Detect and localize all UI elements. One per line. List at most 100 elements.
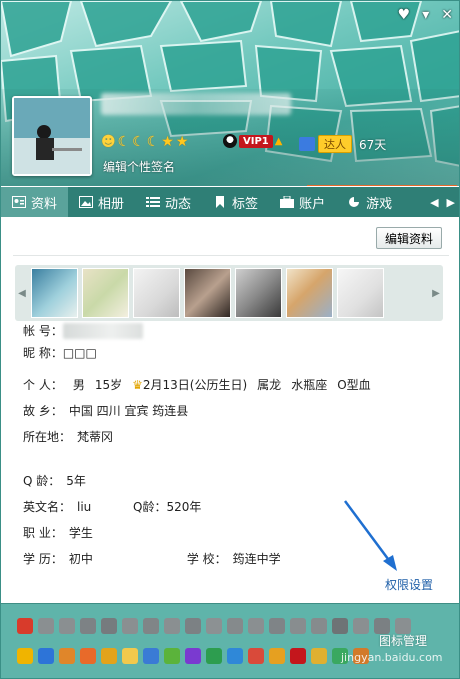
film-icon[interactable] <box>290 648 306 664</box>
fish-icon[interactable] <box>269 648 285 664</box>
fox-icon[interactable] <box>80 648 96 664</box>
qq-show-icon[interactable] <box>17 618 33 634</box>
account-row: 帐 号： <box>23 322 143 339</box>
gift-icon[interactable] <box>311 618 327 634</box>
chevron-right-icon[interactable]: ▶ <box>447 196 455 209</box>
camera-icon[interactable] <box>38 648 54 664</box>
avatar[interactable] <box>12 96 92 176</box>
diamond-icon[interactable] <box>248 618 264 634</box>
qage-label: Q 龄： <box>23 474 61 488</box>
divider <box>13 255 449 256</box>
phone-icon[interactable] <box>185 618 201 634</box>
pet-icon[interactable] <box>143 618 159 634</box>
gallery-photo[interactable] <box>82 268 129 318</box>
photo-icon <box>79 196 94 208</box>
wallet-icon <box>280 196 295 208</box>
book-icon[interactable] <box>122 648 138 664</box>
tab-account[interactable]: 账户 <box>269 187 336 217</box>
close-button[interactable]: ✕ <box>441 7 453 23</box>
tab-profile[interactable]: 资料 <box>1 187 69 217</box>
gender-value: 男 <box>72 378 85 392</box>
window-controls: ♥ ▾ ✕ <box>398 7 453 23</box>
birthday-value: ♛2月13日(公历生日) <box>132 378 248 392</box>
nickname-value: □□□ <box>62 345 97 360</box>
location-label: 所在地： <box>23 430 72 444</box>
minimize-button[interactable]: ▾ <box>422 7 429 23</box>
daren-badge[interactable]: 达人 67天 <box>299 135 386 153</box>
penguin-icon[interactable] <box>80 618 96 634</box>
personal-row: 个 人： 男 15岁 ♛2月13日(公历生日) 属龙 水瓶座 O型血 <box>23 376 371 393</box>
pet-icon[interactable] <box>248 648 264 664</box>
arrow-up-icon: ▲ <box>274 135 283 147</box>
photo-strip <box>29 268 386 318</box>
profile-window: ♥ ▾ ✕ ☻ ☾ ☾ ☾ ★ ★ VIP1 ▲ 达人 67天 编辑个性签名 资… <box>0 0 460 679</box>
gallery-prev-button[interactable]: ◀ <box>15 265 29 321</box>
star-icon: ★ <box>175 134 189 150</box>
avatar-image <box>14 98 90 174</box>
english-label: 英文名： <box>23 500 72 514</box>
icon-row-1 <box>17 618 411 634</box>
job-label: 职 业： <box>23 526 63 540</box>
game-icon <box>349 197 360 207</box>
game-icon[interactable] <box>122 618 138 634</box>
photo-gallery: ◀ ▶ <box>15 265 443 321</box>
diamond-icon[interactable] <box>206 618 222 634</box>
heart-icon[interactable] <box>38 618 54 634</box>
gift-icon[interactable] <box>311 648 327 664</box>
gallery-photo[interactable] <box>133 268 180 318</box>
star-icon[interactable] <box>17 648 33 664</box>
qq-level[interactable]: ☻ ☾ ☾ ☾ ★ ★ <box>101 134 188 150</box>
crown-icon: ♛ <box>132 378 143 392</box>
hometown-value: 中国 四川 宜宾 筠连县 <box>68 404 189 418</box>
music-icon[interactable] <box>164 618 180 634</box>
heart-icon[interactable] <box>332 618 348 634</box>
skin-button[interactable]: ♥ <box>398 7 411 23</box>
tab-feed[interactable]: 动态 <box>135 187 202 217</box>
personal-label: 个 人： <box>23 378 63 392</box>
tab-label: 标签 <box>232 196 259 212</box>
education-label: 学 历： <box>23 552 63 566</box>
edit-profile-button[interactable]: 编辑资料 <box>375 227 442 249</box>
diamond-icon[interactable] <box>227 618 243 634</box>
school-value: 筠连中学 <box>232 552 281 566</box>
gallery-photo[interactable] <box>235 268 282 318</box>
icon-management-link[interactable]: 图标管理 <box>379 632 427 649</box>
education-row: 学 历： 初中 学 校： 筠连中学 <box>23 550 281 567</box>
planet-icon[interactable] <box>227 648 243 664</box>
english-name-row: 英文名： liu Q龄：520年 <box>23 498 201 515</box>
gallery-photo[interactable] <box>337 268 384 318</box>
age-value: 15岁 <box>94 378 123 392</box>
avatar-icon[interactable] <box>59 648 75 664</box>
nickname-row: 昵 称： □□□ <box>23 344 97 361</box>
icon-row-2 <box>17 648 369 664</box>
annotation-arrow <box>343 500 397 571</box>
profile-header: ♥ ▾ ✕ ☻ ☾ ☾ ☾ ★ ★ VIP1 ▲ 达人 67天 编辑个性签名 <box>1 1 459 186</box>
signature-edit[interactable]: 编辑个性签名 <box>103 158 175 175</box>
education-value: 初中 <box>68 552 93 566</box>
list-icon <box>146 197 161 207</box>
tab-label: 相册 <box>98 196 125 212</box>
gallery-photo[interactable] <box>286 268 333 318</box>
game-icon[interactable] <box>185 648 201 664</box>
flower-icon[interactable] <box>206 648 222 664</box>
gallery-next-button[interactable]: ▶ <box>429 265 443 321</box>
diamond-icon[interactable] <box>290 618 306 634</box>
diamond-icon[interactable] <box>269 618 285 634</box>
tab-tags[interactable]: 标签 <box>202 187 269 217</box>
diamond-icon[interactable] <box>353 618 369 634</box>
vip-badge[interactable]: VIP1 ▲ <box>223 134 282 148</box>
diamond-icon[interactable] <box>101 618 117 634</box>
hometown-row: 故 乡： 中国 四川 宜宾 筠连县 <box>23 402 188 419</box>
leaf-icon[interactable] <box>164 648 180 664</box>
gallery-photo[interactable] <box>31 268 78 318</box>
heart-icon[interactable] <box>59 618 75 634</box>
phone-icon[interactable] <box>143 648 159 664</box>
gallery-photo[interactable] <box>184 268 231 318</box>
tab-games[interactable]: 游戏 <box>336 187 403 217</box>
tab-album[interactable]: 相册 <box>68 187 135 217</box>
permission-settings-link[interactable]: 权限设置 <box>385 576 433 593</box>
job-row: 职 业： 学生 <box>23 524 93 541</box>
bookmark-icon <box>216 196 225 208</box>
chevron-left-icon[interactable]: ◀ <box>430 196 438 209</box>
coin-icon[interactable] <box>101 648 117 664</box>
